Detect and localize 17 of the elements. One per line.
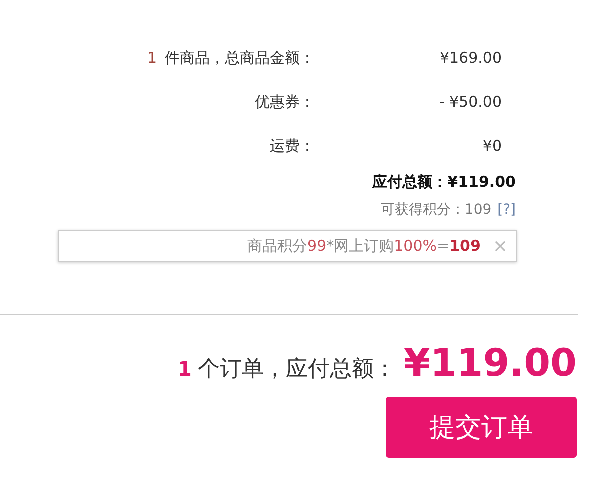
help-link[interactable]: [?] bbox=[498, 202, 516, 218]
points-formula: 商品积分99*网上订购100%=109 bbox=[248, 236, 481, 256]
points-label: 可获得积分： bbox=[380, 201, 465, 219]
summary-label: 运费： bbox=[270, 136, 315, 154]
summary-label: 优惠券： bbox=[255, 92, 315, 110]
summary-value: - ¥50.00 bbox=[438, 93, 502, 111]
summary-value: ¥169.00 bbox=[438, 49, 502, 67]
item-count: 1 bbox=[147, 48, 157, 66]
payable-label: 应付总额： bbox=[372, 172, 448, 192]
submit-order-button[interactable]: 提交订单 bbox=[386, 397, 577, 458]
payable-amount: ¥119.00 bbox=[448, 173, 516, 191]
summary-value: ¥0 bbox=[482, 137, 502, 155]
total-amount: ¥119.00 bbox=[404, 341, 577, 385]
points-value: 109 bbox=[464, 202, 492, 218]
summary-label: 件商品，总商品金额： bbox=[165, 48, 315, 66]
order-count: 1 bbox=[178, 357, 192, 381]
total-label: 个订单，应付总额： bbox=[198, 356, 396, 384]
